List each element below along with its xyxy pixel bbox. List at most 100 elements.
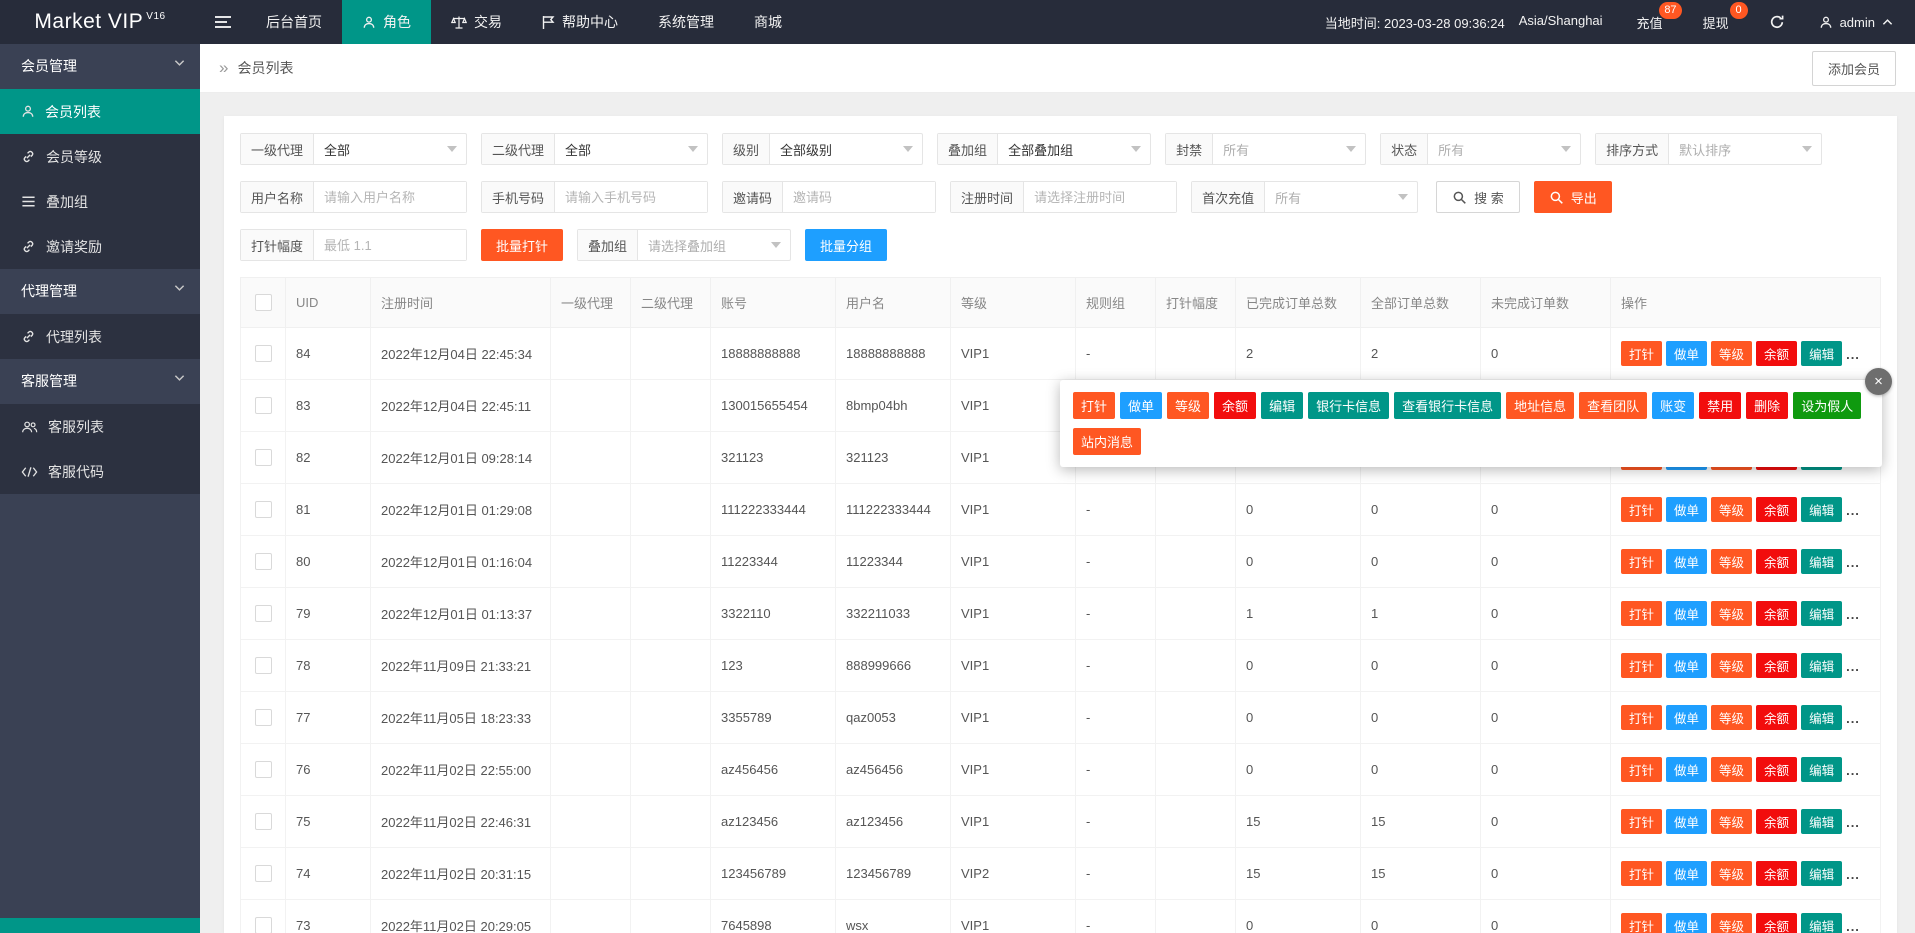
row-action-button[interactable]: 打针 xyxy=(1621,341,1662,366)
row-action-button[interactable]: 余额 xyxy=(1756,861,1797,886)
row-action-button[interactable]: 等级 xyxy=(1711,757,1752,782)
row-checkbox[interactable] xyxy=(255,917,272,933)
row-action-button[interactable]: 编辑 xyxy=(1801,757,1842,782)
row-action-button[interactable]: 等级 xyxy=(1711,913,1752,933)
filter-select[interactable]: 全部 xyxy=(314,134,466,164)
row-checkbox[interactable] xyxy=(255,501,272,518)
filter-input-2[interactable] xyxy=(555,182,707,212)
row-action-button[interactable]: 余额 xyxy=(1756,757,1797,782)
nav-item-2[interactable]: 角色 xyxy=(342,0,431,44)
popup-action-button[interactable]: 查看银行卡信息 xyxy=(1394,392,1501,419)
sidebar-item-10[interactable]: 客服代码 xyxy=(0,449,200,494)
nav-item-1[interactable]: 后台首页 xyxy=(246,0,342,44)
popup-action-button[interactable]: 地址信息 xyxy=(1506,392,1574,419)
export-button[interactable]: 导出 xyxy=(1534,181,1612,213)
more-actions-button[interactable]: ... xyxy=(1846,503,1860,518)
row-checkbox[interactable] xyxy=(255,709,272,726)
row-action-button[interactable]: 打针 xyxy=(1621,497,1662,522)
refresh-button[interactable] xyxy=(1769,14,1785,30)
popup-action-button[interactable]: 编辑 xyxy=(1261,392,1303,419)
filter-select[interactable]: 所有 xyxy=(1213,134,1365,164)
row-action-button[interactable]: 做单 xyxy=(1666,757,1707,782)
row-action-button[interactable]: 余额 xyxy=(1756,705,1797,730)
filter-input-1[interactable] xyxy=(314,182,466,212)
row-action-button[interactable]: 做单 xyxy=(1666,705,1707,730)
row-action-button[interactable]: 做单 xyxy=(1666,861,1707,886)
popup-action-button[interactable]: 等级 xyxy=(1167,392,1209,419)
filter-select[interactable]: 所有 xyxy=(1428,134,1580,164)
row-action-button[interactable]: 余额 xyxy=(1756,549,1797,574)
row-action-button[interactable]: 打针 xyxy=(1621,549,1662,574)
more-actions-button[interactable]: ... xyxy=(1846,659,1860,674)
row-action-button[interactable]: 做单 xyxy=(1666,809,1707,834)
row-action-button[interactable]: 等级 xyxy=(1711,497,1752,522)
row-action-button[interactable]: 编辑 xyxy=(1801,549,1842,574)
popup-action-button[interactable]: 余额 xyxy=(1214,392,1256,419)
popup-action-button[interactable]: 设为假人 xyxy=(1793,392,1861,419)
row-checkbox[interactable] xyxy=(255,761,272,778)
row-action-button[interactable]: 打针 xyxy=(1621,913,1662,933)
filter-select[interactable]: 全部级别 xyxy=(770,134,922,164)
row-action-button[interactable]: 做单 xyxy=(1666,913,1707,933)
recharge-link[interactable]: 充值 87 xyxy=(1637,13,1663,32)
popup-action-button[interactable]: 账变 xyxy=(1652,392,1694,419)
more-actions-button[interactable]: ... xyxy=(1846,867,1860,882)
popup-action-button[interactable]: 打针 xyxy=(1073,392,1115,419)
row-action-button[interactable]: 等级 xyxy=(1711,653,1752,678)
filter-select[interactable]: 全部叠加组 xyxy=(998,134,1150,164)
row-action-button[interactable]: 编辑 xyxy=(1801,653,1842,678)
row-checkbox[interactable] xyxy=(255,449,272,466)
nav-item-6[interactable]: 商城 xyxy=(734,0,802,44)
popup-action-button[interactable]: 查看团队 xyxy=(1579,392,1647,419)
sidebar-group-8[interactable]: 客服管理 xyxy=(0,359,200,404)
row-action-button[interactable]: 余额 xyxy=(1756,913,1797,933)
row-checkbox[interactable] xyxy=(255,345,272,362)
row-action-button[interactable]: 余额 xyxy=(1756,497,1797,522)
sidebar-item-5[interactable]: 邀请奖励 xyxy=(0,224,200,269)
batch-inject-button[interactable]: 批量打针 xyxy=(481,229,563,261)
more-actions-button[interactable]: ... xyxy=(1846,555,1860,570)
row-action-button[interactable]: 等级 xyxy=(1711,705,1752,730)
search-button[interactable]: 搜 索 xyxy=(1436,181,1520,213)
row-action-button[interactable]: 编辑 xyxy=(1801,913,1842,933)
first-recharge-select[interactable]: 所有 xyxy=(1265,182,1417,212)
row-action-button[interactable]: 余额 xyxy=(1756,809,1797,834)
popup-action-button[interactable]: 禁用 xyxy=(1699,392,1741,419)
batch-group-button[interactable]: 批量分组 xyxy=(805,229,887,261)
row-action-button[interactable]: 余额 xyxy=(1756,601,1797,626)
inject-range-input[interactable] xyxy=(314,230,466,260)
nav-item-3[interactable]: 交易 xyxy=(431,0,522,44)
popup-action-button[interactable]: 删除 xyxy=(1746,392,1788,419)
popup-action-button[interactable]: 做单 xyxy=(1120,392,1162,419)
withdraw-link[interactable]: 提现 0 xyxy=(1703,13,1729,32)
row-action-button[interactable]: 做单 xyxy=(1666,653,1707,678)
popup-action-button[interactable]: 站内消息 xyxy=(1073,428,1141,455)
hamburger-icon[interactable] xyxy=(200,0,246,44)
row-checkbox[interactable] xyxy=(255,553,272,570)
row-action-button[interactable]: 等级 xyxy=(1711,861,1752,886)
row-checkbox[interactable] xyxy=(255,397,272,414)
row-action-button[interactable]: 打针 xyxy=(1621,757,1662,782)
filter-select[interactable]: 默认排序 xyxy=(1669,134,1821,164)
row-action-button[interactable]: 做单 xyxy=(1666,497,1707,522)
nav-item-4[interactable]: 帮助中心 xyxy=(522,0,638,44)
filter-input-3[interactable] xyxy=(783,182,935,212)
add-member-button[interactable]: 添加会员 xyxy=(1812,51,1896,86)
sidebar-item-4[interactable]: 叠加组 xyxy=(0,179,200,224)
row-action-button[interactable]: 编辑 xyxy=(1801,497,1842,522)
filter-select[interactable]: 全部 xyxy=(555,134,707,164)
row-action-button[interactable]: 打针 xyxy=(1621,809,1662,834)
row-checkbox[interactable] xyxy=(255,813,272,830)
more-actions-button[interactable]: ... xyxy=(1846,607,1860,622)
admin-menu[interactable]: admin xyxy=(1819,15,1893,30)
sidebar-group-1[interactable]: 会员管理 xyxy=(0,44,200,89)
row-action-button[interactable]: 做单 xyxy=(1666,601,1707,626)
row-action-button[interactable]: 等级 xyxy=(1711,549,1752,574)
row-action-button[interactable]: 打针 xyxy=(1621,601,1662,626)
nav-item-5[interactable]: 系统管理 xyxy=(638,0,734,44)
select-all-checkbox[interactable] xyxy=(255,294,272,311)
close-icon[interactable]: × xyxy=(1865,368,1892,395)
row-action-button[interactable]: 余额 xyxy=(1756,653,1797,678)
sidebar-item-9[interactable]: 客服列表 xyxy=(0,404,200,449)
stack-group-select[interactable]: 请选择叠加组 xyxy=(638,230,790,260)
